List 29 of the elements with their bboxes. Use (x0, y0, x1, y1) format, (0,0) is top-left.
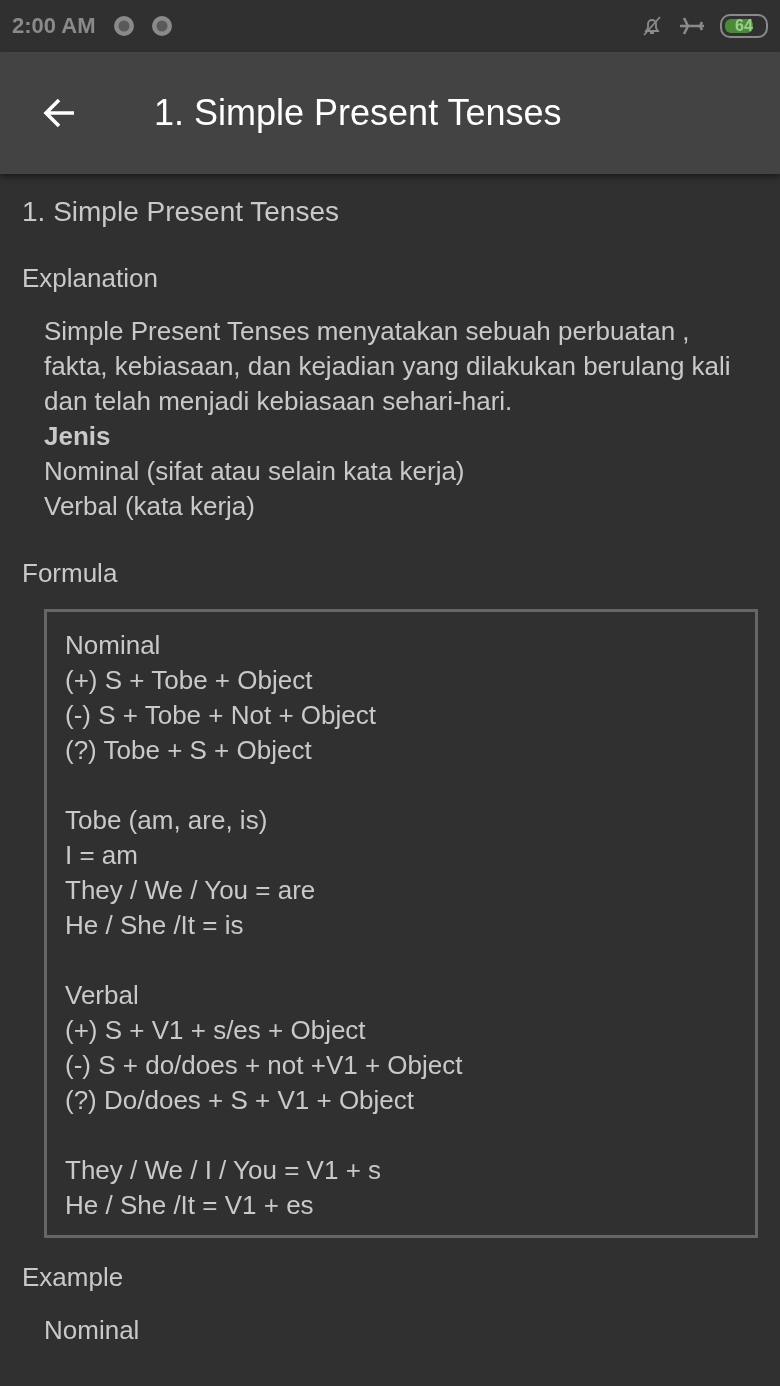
formula-line: (?) Do/does + S + V1 + Object (65, 1084, 416, 1117)
app-bar-title: 1. Simple Present Tenses (154, 92, 562, 134)
formula-line: I = am (65, 839, 139, 872)
battery-icon: 64 (720, 14, 768, 38)
formula-line: Verbal (65, 979, 140, 1012)
type-line: Nominal (sifat atau selain kata kerja) (44, 455, 466, 488)
section-label: Explanation (22, 262, 159, 295)
formula-line: They / We / I / You = V1 + s (65, 1154, 383, 1187)
explanation-paragraph: Simple Present Tenses menyatakan sebuah perbuatan , fakta, kebiasaan, dan kejadian yang dilakukan berulang kali dan telah menjadi kebiasaan sehari-hari. (44, 315, 732, 418)
types-heading: Jenis (44, 420, 112, 453)
status-time: 2:00 AM (12, 13, 96, 39)
formula-line: (+) S + Tobe + Object (65, 664, 314, 697)
formula-line: (+) S + V1 + s/es + Object (65, 1014, 367, 1047)
formula-line: They / We / You = are (65, 874, 317, 907)
formula-line: (-) S + do/does + not +V1 + Object (65, 1049, 464, 1082)
lesson-heading: 1. Simple Present Tenses (22, 195, 340, 229)
formula-line: Nominal (65, 629, 162, 662)
formula-line: (-) S + Tobe + Not + Object (65, 699, 377, 732)
notification-dot-icon (111, 14, 136, 38)
bell-off-icon (640, 14, 664, 38)
formula-line: (?) Tobe + S + Object (65, 734, 313, 767)
type-line: Verbal (kata kerja) (44, 490, 256, 523)
example-subheading: Nominal (44, 1314, 141, 1347)
section-label: Formula (22, 557, 119, 590)
formula-line: He / She /It = is (65, 909, 245, 942)
notification-dot-icon (149, 14, 174, 38)
formula-line: He / She /It = V1 + es (65, 1189, 315, 1222)
formula-line: Tobe (am, are, is) (65, 804, 269, 837)
section-label: Example (22, 1261, 125, 1294)
